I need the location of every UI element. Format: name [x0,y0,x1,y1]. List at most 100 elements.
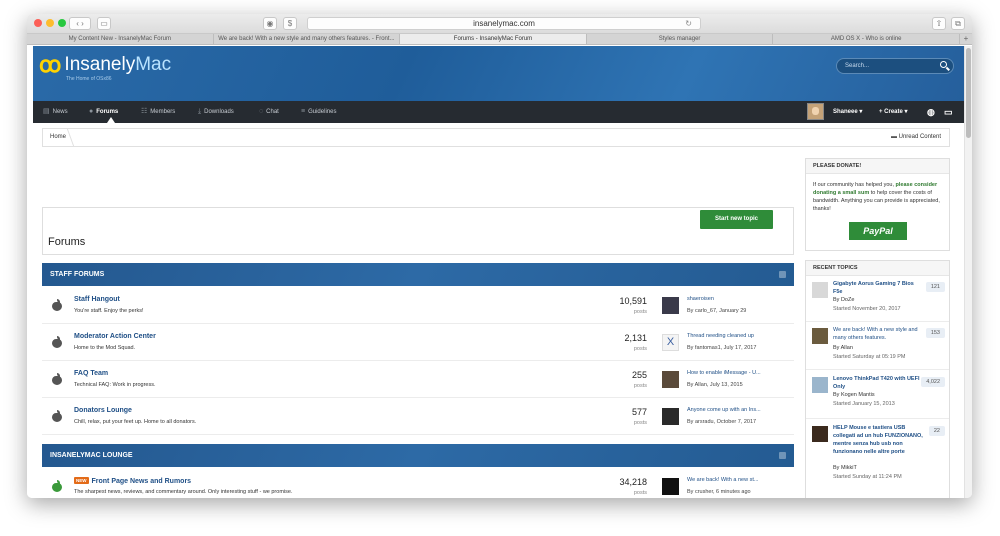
last-post-title[interactable]: Thread needing cleaned up [687,333,754,339]
topic-author-avatar[interactable] [812,282,828,298]
recent-topic-item: We are back! With a new style and many o… [806,323,949,370]
reload-icon[interactable]: ↻ [685,18,692,30]
tabs-overview-icon[interactable]: ⧉ [951,17,965,30]
browser-tab-active[interactable]: Forums - InsanelyMac Forum [400,34,587,44]
topic-author: By MikkiT [833,465,857,471]
globe-icon[interactable]: ◍ [927,101,935,123]
topic-author-avatar[interactable] [812,328,828,344]
browser-tab[interactable]: AMD OS X - Who is online [773,34,960,44]
category-title: INSANELYMAC LOUNGE [50,452,133,459]
post-count: 577 [631,407,647,417]
apple-forum-icon [52,336,62,348]
forum-row: Moderator Action Center Home to the Mod … [42,325,794,361]
minimize-window-button[interactable] [46,19,54,27]
browser-tab[interactable]: Styles manager [587,34,774,44]
topic-author: By Allan [833,345,853,351]
user-avatar[interactable] [807,103,824,120]
page-scrollbar[interactable] [964,46,972,498]
download-icon: ⤓ [198,108,202,115]
comments-icon: ● [89,108,94,115]
recent-topic-item: Gigabyte Aorus Gaming 7 Bios F5e By DoZe… [806,277,949,322]
forum-title[interactable]: NEW Front Page News and Rumors [74,477,191,485]
category-header: STAFF FORUMS [42,263,794,286]
site-logo[interactable]: ꝏ InsanelyMac [39,54,171,76]
topic-title[interactable]: We are back! With a new style and many o… [833,326,923,341]
last-poster-avatar[interactable] [662,478,679,495]
share-icon[interactable]: ⇧ [932,17,946,30]
post-count: 255 [631,370,647,380]
create-menu[interactable]: + Create ▾ [879,101,908,123]
last-poster-avatar[interactable]: X [662,334,679,351]
sidebar-toggle-icon[interactable]: ▭ [97,17,111,30]
topic-author-avatar[interactable] [812,377,828,393]
topic-title[interactable]: HELP Mouse e tastiera USB collegati ad u… [833,424,923,456]
unread-content-link[interactable]: ▬ Unread Content [891,129,941,146]
reply-count-badge: 22 [928,426,945,436]
main-nav: ▤ News ● Forums ☷ Members ⤓ Downloads ◌ Chat … [33,101,964,123]
user-menu[interactable]: Shaneee ▾ [833,101,862,123]
paypal-button[interactable]: PayPal [849,222,907,240]
last-poster-avatar[interactable] [662,408,679,425]
forum-row: NEW Front Page News and Rumors The sharpe… [42,469,794,498]
scrollbar-thumb[interactable] [966,48,971,138]
newspaper-icon: ▤ [43,108,50,115]
nav-item-downloads[interactable]: ⤓ Downloads [198,101,234,123]
address-bar[interactable]: insanelymac.com ↻ [307,17,701,30]
post-count-label: posts [633,346,647,352]
dollar-extension-icon[interactable]: $ [283,17,297,30]
last-post-title[interactable]: We are back! With a new st... [687,477,758,483]
topic-title[interactable]: Gigabyte Aorus Gaming 7 Bios F5e [833,280,923,296]
topic-started: Started January 15, 2013 [833,401,895,407]
recent-topic-item: Lenovo ThinkPad T420 with UEFI Only By K… [806,372,949,419]
forum-title[interactable]: Moderator Action Center [74,333,156,340]
last-post-title[interactable]: Anyone come up with an Ins... [687,407,761,413]
search-input[interactable]: Search... [836,58,954,74]
zoom-window-button[interactable] [58,19,66,27]
breadcrumb-home[interactable]: Home [50,129,66,146]
nav-item-members[interactable]: ☷ Members [141,101,175,123]
last-post-title[interactable]: How to enable iMessage - U... [687,370,761,376]
nav-item-news[interactable]: ▤ News [43,101,68,123]
post-count-label: posts [633,490,647,496]
site-header: ꝏ InsanelyMac The Home of OSx86 Search..… [33,46,964,101]
last-poster-avatar[interactable] [662,297,679,314]
donate-text: If our community has helped you, please … [813,182,940,212]
forum-title[interactable]: FAQ Team [74,370,108,377]
topic-author: By Kogen Mantis [833,392,875,398]
site-tagline: The Home of OSx86 [66,76,112,82]
nav-item-chat[interactable]: ◌ Chat [259,101,279,123]
start-new-topic-button[interactable]: Start new topic [700,210,773,229]
forum-description: Home to the Mod Squad. [74,345,136,351]
collapse-toggle-icon[interactable] [779,271,786,278]
search-placeholder: Search... [845,63,870,69]
nav-item-guidelines[interactable]: ≡ Guidelines [301,101,336,123]
post-count-label: posts [633,309,647,315]
reply-count-badge: 4,022 [921,377,945,387]
close-window-button[interactable] [34,19,42,27]
apple-forum-icon [52,299,62,311]
inbox-icon[interactable]: ▭ [944,101,953,123]
chat-icon: ◌ [259,108,264,115]
apple-forum-icon [52,480,62,492]
topic-author-avatar[interactable] [812,426,828,442]
reply-count-badge: 153 [925,328,945,338]
new-tab-button[interactable]: + [960,34,972,44]
last-post-title[interactable]: shaeroisen [687,296,714,302]
forum-title[interactable]: Donators Lounge [74,407,132,414]
search-icon[interactable] [940,61,947,68]
users-icon: ☷ [141,108,148,115]
topic-started: Started Sunday at 11:24 PM [833,474,902,480]
browser-tab[interactable]: My Content New - InsanelyMac Forum [27,34,214,44]
category-header: INSANELYMAC LOUNGE [42,444,794,467]
last-poster-avatar[interactable] [662,371,679,388]
breadcrumb: Home ▬ Unread Content [42,128,950,147]
collapse-toggle-icon[interactable] [779,452,786,459]
post-count: 10,591 [619,296,647,306]
extension-icon[interactable]: ◉ [263,17,277,30]
forum-row: Donators Lounge Chill, relax, put your f… [42,399,794,435]
back-forward-buttons[interactable]: ‹ › [69,17,91,30]
new-badge: NEW [74,477,89,484]
forum-title[interactable]: Staff Hangout [74,296,120,303]
browser-tab[interactable]: We are back! With a new style and many o… [214,34,401,44]
topic-title[interactable]: Lenovo ThinkPad T420 with UEFI Only [833,375,923,391]
